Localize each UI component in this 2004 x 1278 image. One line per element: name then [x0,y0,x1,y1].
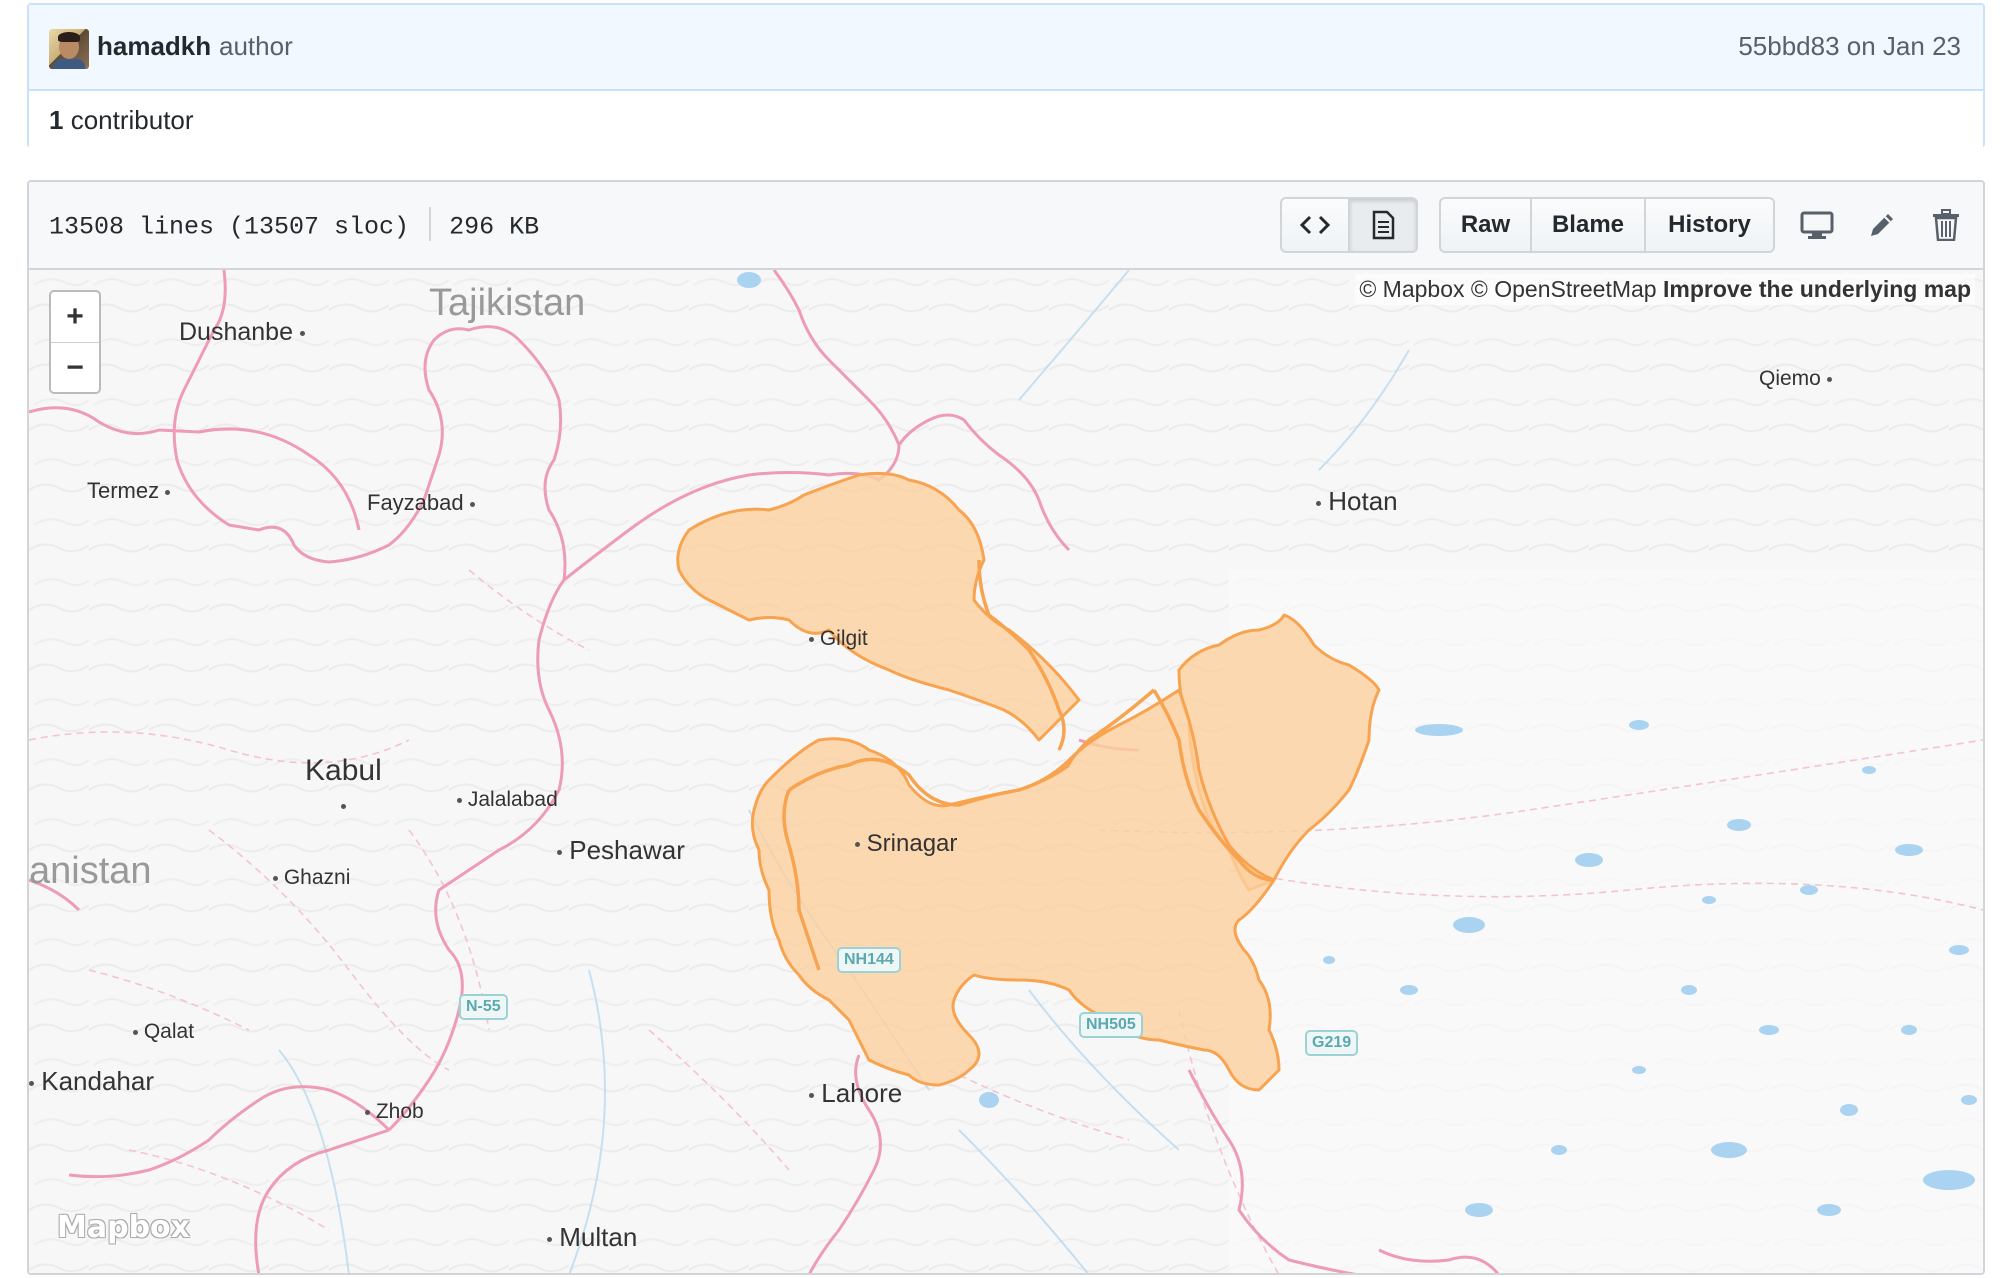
city-label-qalat: Qalat [133,1020,194,1044]
map-attribution: © Mapbox © OpenStreetMap Improve the und… [1355,274,1975,305]
code-icon [1300,215,1330,235]
improve-map-link[interactable]: Improve the underlying map [1663,276,1971,302]
contributors-bar: 1 contributor [29,91,1983,150]
country-label-tajikistan: Tajikistan [429,282,586,324]
city-label-qiemo: Qiemo [1759,367,1832,391]
author-avatar[interactable] [49,29,89,69]
mapbox-attribution-link[interactable]: © Mapbox [1359,276,1464,302]
commit-header: hamadkh author 55bbd83 on Jan 23 [29,5,1983,91]
city-label-kabul: Kabul [305,754,382,822]
country-label-afghanistan: anistan [29,850,152,892]
source-view-button[interactable] [1280,197,1350,253]
osm-attribution-link[interactable]: © OpenStreetMap [1471,276,1657,302]
divider [429,207,432,241]
city-label-srinagar: Srinagar [855,830,957,858]
city-label-termez: Termez [87,478,171,504]
contributors-link[interactable]: 1 contributor [49,105,194,136]
file-actions-group: Raw Blame History [1439,197,1775,253]
city-label-zhob: Zhob [365,1100,424,1124]
raw-button[interactable]: Raw [1439,197,1532,253]
city-label-hotan: Hotan [1316,486,1398,517]
road-shield-g219: G219 [1305,1030,1359,1056]
zoom-in-button[interactable]: + [51,292,99,342]
city-label-lahore: Lahore [809,1078,902,1109]
contributor-label: contributor [70,105,194,135]
commit-info-box: hamadkh author 55bbd83 on Jan 23 1 contr… [27,3,1985,150]
file-header: 13508 lines (13507 sloc) 296 KB Raw Blame… [29,182,1983,270]
city-label-gilgit: Gilgit [809,627,868,651]
blame-button[interactable]: Blame [1532,197,1646,253]
file-lines: 13508 lines (13507 sloc) [49,212,410,242]
city-label-multan: Multan [547,1222,637,1253]
contributor-count: 1 [49,105,64,135]
city-label-kandahar: Kandahar [29,1066,154,1097]
city-label-fayzabad: Fayzabad [367,490,475,516]
city-label-ghazni: Ghazni [273,866,350,890]
pencil-icon[interactable] [1861,204,1903,246]
road-shield-n55: N-55 [459,994,508,1020]
file-text-icon [1372,210,1395,240]
mapbox-logo[interactable]: Mapbox [57,1210,190,1245]
file-viewer: 13508 lines (13507 sloc) 296 KB Raw Blame… [27,180,1985,1275]
rendered-view-button[interactable] [1350,197,1418,253]
history-button[interactable]: History [1646,197,1775,253]
city-label-dushanbe: Dushanbe [179,318,305,347]
view-toggle-group [1280,197,1418,253]
trash-icon[interactable] [1925,204,1967,246]
road-shield-nh144: NH144 [837,947,901,973]
zoom-control: + − [49,290,101,394]
file-info: 13508 lines (13507 sloc) 296 KB [49,207,540,244]
city-label-peshawar: Peshawar [557,835,685,866]
author-role-label: author [219,31,293,61]
geojson-map[interactable]: Tajikistan Dushanbe Termez Fayzabad Qiem… [29,270,1983,1273]
commit-sha-link[interactable]: 55bbd83 on Jan 23 [1738,31,1961,62]
city-label-jalalabad: Jalalabad [457,788,558,812]
file-size: 296 KB [449,212,540,242]
author-name-link[interactable]: hamadkh [97,31,211,62]
desktop-icon[interactable] [1796,204,1838,246]
zoom-out-button[interactable]: − [51,342,99,393]
road-shield-nh505: NH505 [1079,1012,1143,1038]
